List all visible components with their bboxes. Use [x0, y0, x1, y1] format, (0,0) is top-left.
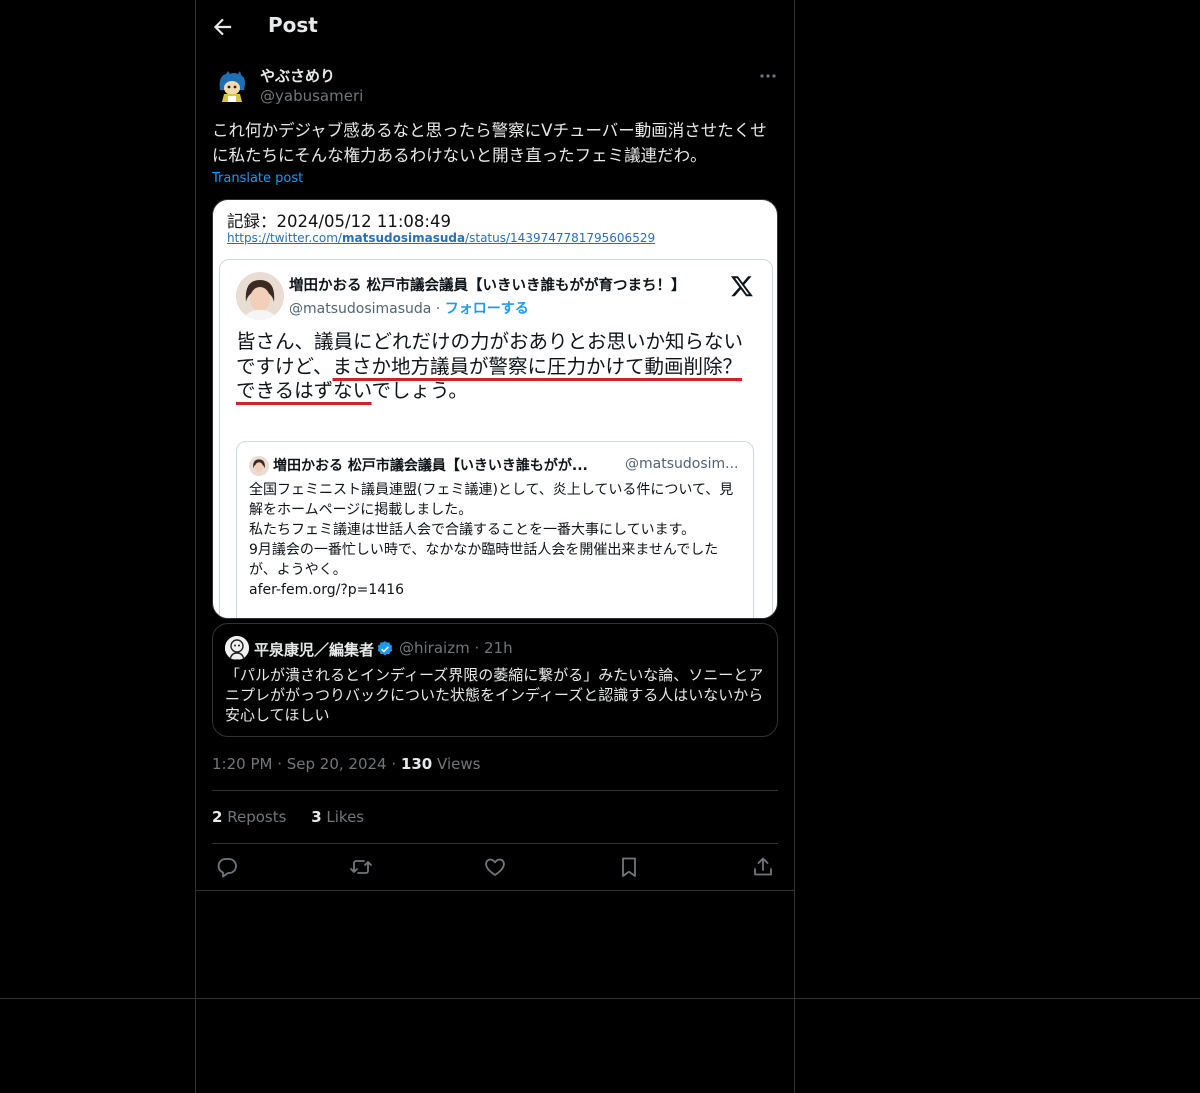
back-arrow-icon[interactable] — [210, 14, 236, 40]
engagement-stats: 2 Reposts 3 Likes — [212, 808, 384, 826]
divider-meta — [212, 790, 778, 791]
reposts-stat[interactable]: 2 Reposts — [212, 808, 286, 826]
author-avatar[interactable] — [212, 66, 252, 106]
x-logo-icon — [730, 274, 754, 298]
quoted-handle: @matsudosim... — [625, 456, 739, 472]
bottom-divider — [0, 998, 1200, 999]
embedded-tweet: 増田かおる 松戸市議会議員【いきいき誰もがが育つまち！】 @matsudosim… — [219, 259, 773, 618]
divider-actions — [196, 890, 794, 891]
views-label: Views — [437, 755, 481, 773]
column-left-border — [195, 0, 196, 1093]
quote-text: 「パルが潰されるとインディーズ界限の萎縮に繋がる」みたいな論、ソニーとアニプレが… — [225, 666, 764, 724]
author-display-name[interactable]: やぶさめり — [260, 65, 335, 86]
quote-author-name: 平泉康児／編集者 — [254, 641, 375, 659]
record-timestamp: 記録：2024/05/12 11:08:49 — [227, 212, 451, 231]
top-bar: Post — [196, 0, 794, 53]
repost-icon[interactable] — [349, 855, 373, 879]
post-date[interactable]: Sep 20, 2024 — [287, 755, 387, 773]
views-count: 130 — [400, 755, 433, 773]
share-icon[interactable] — [751, 855, 775, 879]
post-meta: 1:20 PM · Sep 20, 2024 · 130 Views — [212, 755, 481, 773]
post-media-image[interactable]: 記録：2024/05/12 11:08:49 https://twitter.c… — [212, 199, 778, 619]
likes-stat[interactable]: 3 Likes — [311, 808, 364, 826]
column-right-border — [794, 0, 795, 1093]
bookmark-icon[interactable] — [617, 855, 641, 879]
embedded-handle-line: @matsudosimasuda · フォローする — [289, 301, 529, 317]
quoted-avatar — [249, 456, 269, 476]
more-icon[interactable] — [756, 64, 780, 88]
verified-badge-icon — [376, 640, 394, 658]
post-text: これ何かデジャブ感あるなと思ったら警察にVチューバー動画消させたくせに私たちにそ… — [212, 121, 767, 165]
quote-author-avatar — [225, 636, 249, 660]
quoted-post-card[interactable]: 平泉康児／編集者 @hiraizm · 21h 「パルが潰されるとインディーズ界… — [212, 623, 778, 737]
quoted-display-name: 増田かおる 松戸市議会議員【いきいき誰もがが... — [273, 458, 588, 474]
record-url: https://twitter.com/matsudosimasuda/stat… — [227, 231, 656, 245]
quote-author-handle-time: @hiraizm · 21h — [399, 639, 513, 657]
author-handle[interactable]: @yabusameri — [260, 87, 363, 105]
embedded-display-name: 増田かおる 松戸市議会議員【いきいき誰もがが育つまち！】 — [289, 278, 686, 294]
embedded-quoted-tweet: 増田かおる 松戸市議会議員【いきいき誰もがが... @matsudosim...… — [236, 441, 754, 618]
quoted-text: 全国フェミニスト議員連盟(フェミ議連)として、炎上している件について、見解をホー… — [249, 482, 734, 598]
divider-stats — [212, 843, 778, 844]
post-time[interactable]: 1:20 PM — [212, 755, 272, 773]
page-title: Post — [268, 13, 318, 37]
embedded-avatar — [236, 272, 284, 320]
reply-icon[interactable] — [215, 855, 239, 879]
embedded-text: 皆さん、議員にどれだけの力がおありとお思いか知らないですけど、まさか地方議員が警… — [236, 330, 744, 402]
like-icon[interactable] — [483, 855, 507, 879]
translate-post-link[interactable]: Translate post — [212, 171, 303, 186]
